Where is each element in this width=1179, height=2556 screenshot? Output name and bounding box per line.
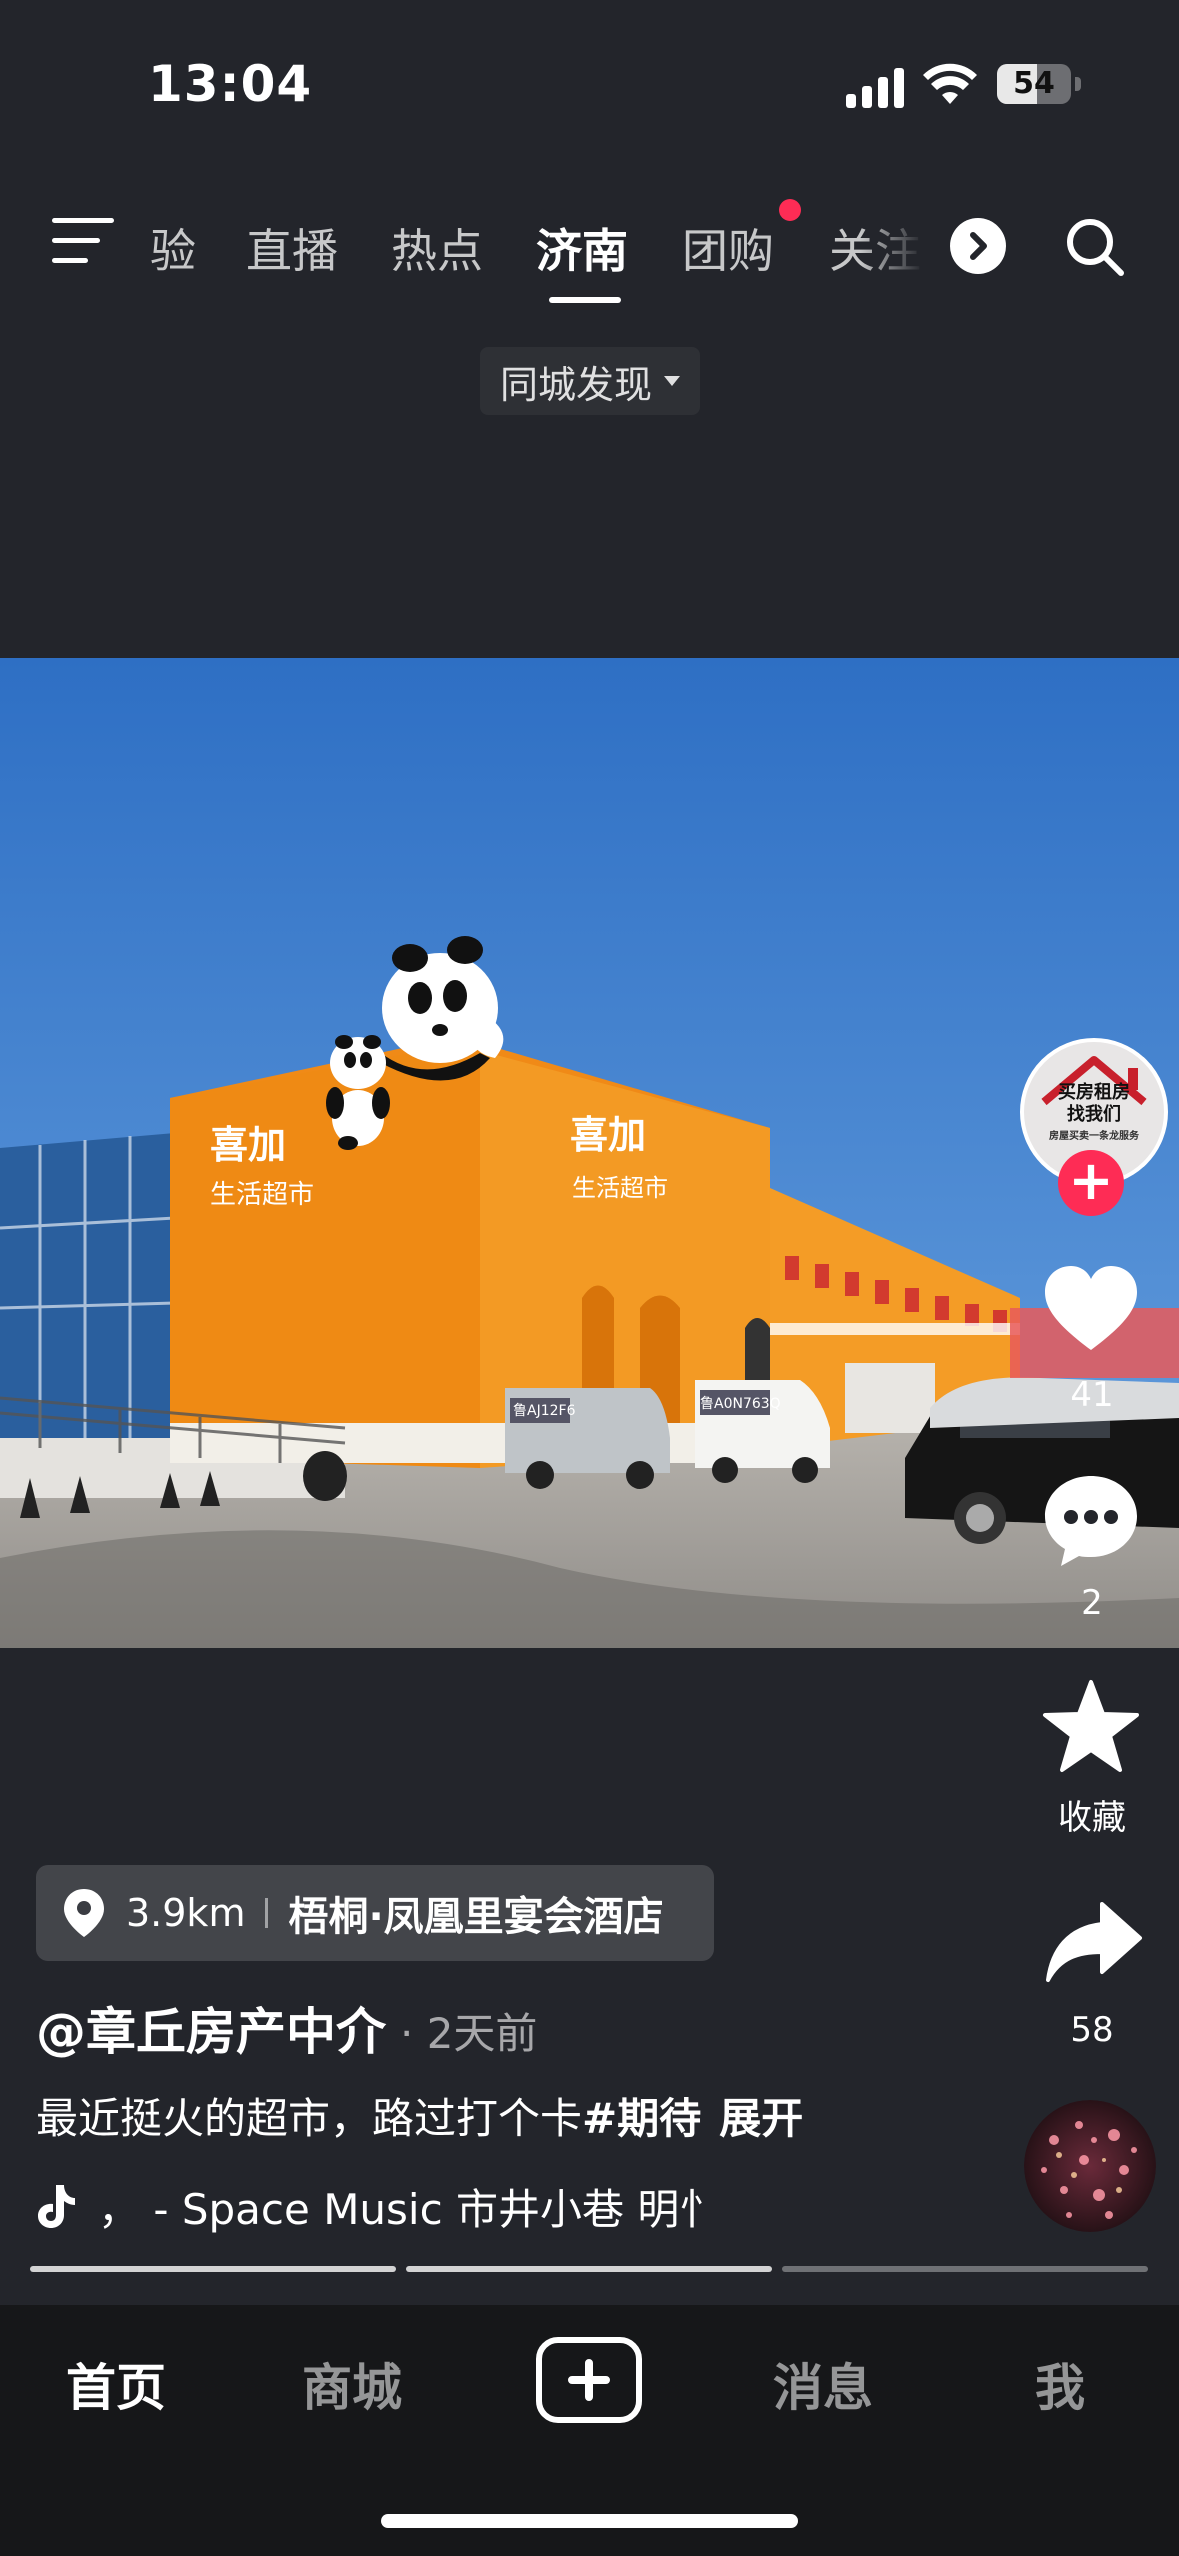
battery-icon: 54 — [997, 64, 1081, 108]
tab-group-buy[interactable]: 团购 — [682, 215, 774, 281]
storefront-sub-right: 生活超市 — [572, 1174, 668, 1202]
plate-right: 鲁A0N763Q — [700, 1396, 781, 1412]
home-indicator — [381, 2514, 798, 2528]
tab-experience[interactable]: 验 — [150, 215, 196, 281]
expand-caption-button[interactable]: 展开 — [719, 2094, 803, 2143]
search-icon[interactable] — [1063, 215, 1127, 279]
van-white: 鲁A0N763Q — [695, 1380, 830, 1483]
menu-icon[interactable] — [52, 218, 114, 264]
battery-level: 54 — [1013, 66, 1055, 101]
share-icon[interactable] — [1044, 1896, 1144, 1996]
location-distance: 3.9km — [126, 1891, 246, 1935]
author-name[interactable]: @章丘房产中介 — [36, 1992, 386, 2064]
progress-segment-3 — [782, 2266, 1148, 2272]
notification-dot — [779, 199, 801, 221]
follow-button[interactable]: + — [1058, 1150, 1124, 1216]
tab-live[interactable]: 直播 — [246, 215, 338, 281]
plus-icon — [568, 2359, 610, 2401]
progress-segment-1 — [30, 2266, 396, 2272]
star-icon[interactable] — [1041, 1678, 1141, 1778]
storefront-sign-left: 喜加 — [210, 1123, 286, 1167]
video-frame[interactable]: 喜加 生活超市 喜加 生活超市 鲁AJ12F6 鲁A0N763Q — [0, 658, 1179, 1648]
chevron-right-icon — [970, 232, 987, 260]
wifi-icon — [923, 63, 977, 104]
status-time: 13:04 — [148, 55, 313, 113]
avatar-text-line1: 买房租房 — [1058, 1082, 1130, 1103]
music-title: ， - Space Music 市井小巷 明忄 — [98, 2184, 722, 2234]
comment-count: 2 — [1081, 1583, 1103, 1623]
more-tabs-button[interactable] — [950, 218, 1006, 274]
storefront-sign-right: 喜加 — [570, 1113, 646, 1157]
city-discovery-dropdown[interactable]: 同城发现 — [480, 347, 701, 415]
tab-messages[interactable]: 消息 — [773, 2348, 873, 2420]
caption-text: 最近挺火的超市，路过打个卡 — [36, 2094, 583, 2143]
storefront-sub-left: 生活超市 — [210, 1180, 314, 1210]
avatar-text-line3: 房屋买卖一条龙服务 — [1049, 1131, 1139, 1142]
tab-trending[interactable]: 热点 — [391, 215, 483, 281]
post-time: · 2天前 — [400, 2009, 538, 2058]
tab-jinan[interactable]: 济南 — [536, 215, 628, 281]
active-tab-indicator — [549, 297, 621, 303]
city-filter-label: 同城发现 — [500, 362, 653, 407]
progress-segment-2 — [406, 2266, 772, 2272]
tiktok-note-icon — [38, 2185, 75, 2228]
music-disc-icon[interactable] — [1024, 2100, 1156, 2232]
cellular-signal-icon — [846, 64, 904, 108]
like-count: 41 — [1070, 1375, 1114, 1415]
heart-icon[interactable] — [1041, 1262, 1141, 1362]
comment-icon[interactable] — [1041, 1470, 1141, 1570]
avatar-text-line2: 找我们 — [1067, 1104, 1121, 1125]
divider — [265, 1898, 269, 1928]
location-tag[interactable]: 3.9km 梧桐·凤凰里宴会酒店 — [36, 1865, 714, 1961]
favorite-label: 收藏 — [1058, 1798, 1126, 1838]
post-caption[interactable]: 最近挺火的超市，路过打个卡#期待 展开 — [36, 2085, 803, 2146]
top-tab-bar: 验 直播 热点 济南 团购 关注 — [150, 207, 930, 287]
location-place: 梧桐·凤凰里宴会酒店 — [288, 1894, 664, 1940]
caret-down-icon — [664, 376, 681, 386]
tab-home[interactable]: 首页 — [66, 2348, 166, 2420]
plate-left: 鲁AJ12F6 — [513, 1403, 576, 1419]
music-ticker[interactable]: ， - Space Music 市井小巷 明忄 — [36, 2176, 736, 2236]
tab-mall[interactable]: 商城 — [302, 2348, 402, 2420]
create-button[interactable] — [536, 2337, 642, 2423]
hashtag-link[interactable]: #期待 — [582, 2094, 701, 2143]
location-pin-icon — [64, 1889, 104, 1937]
share-count: 58 — [1070, 2010, 1114, 2050]
tab-me[interactable]: 我 — [1035, 2348, 1085, 2420]
